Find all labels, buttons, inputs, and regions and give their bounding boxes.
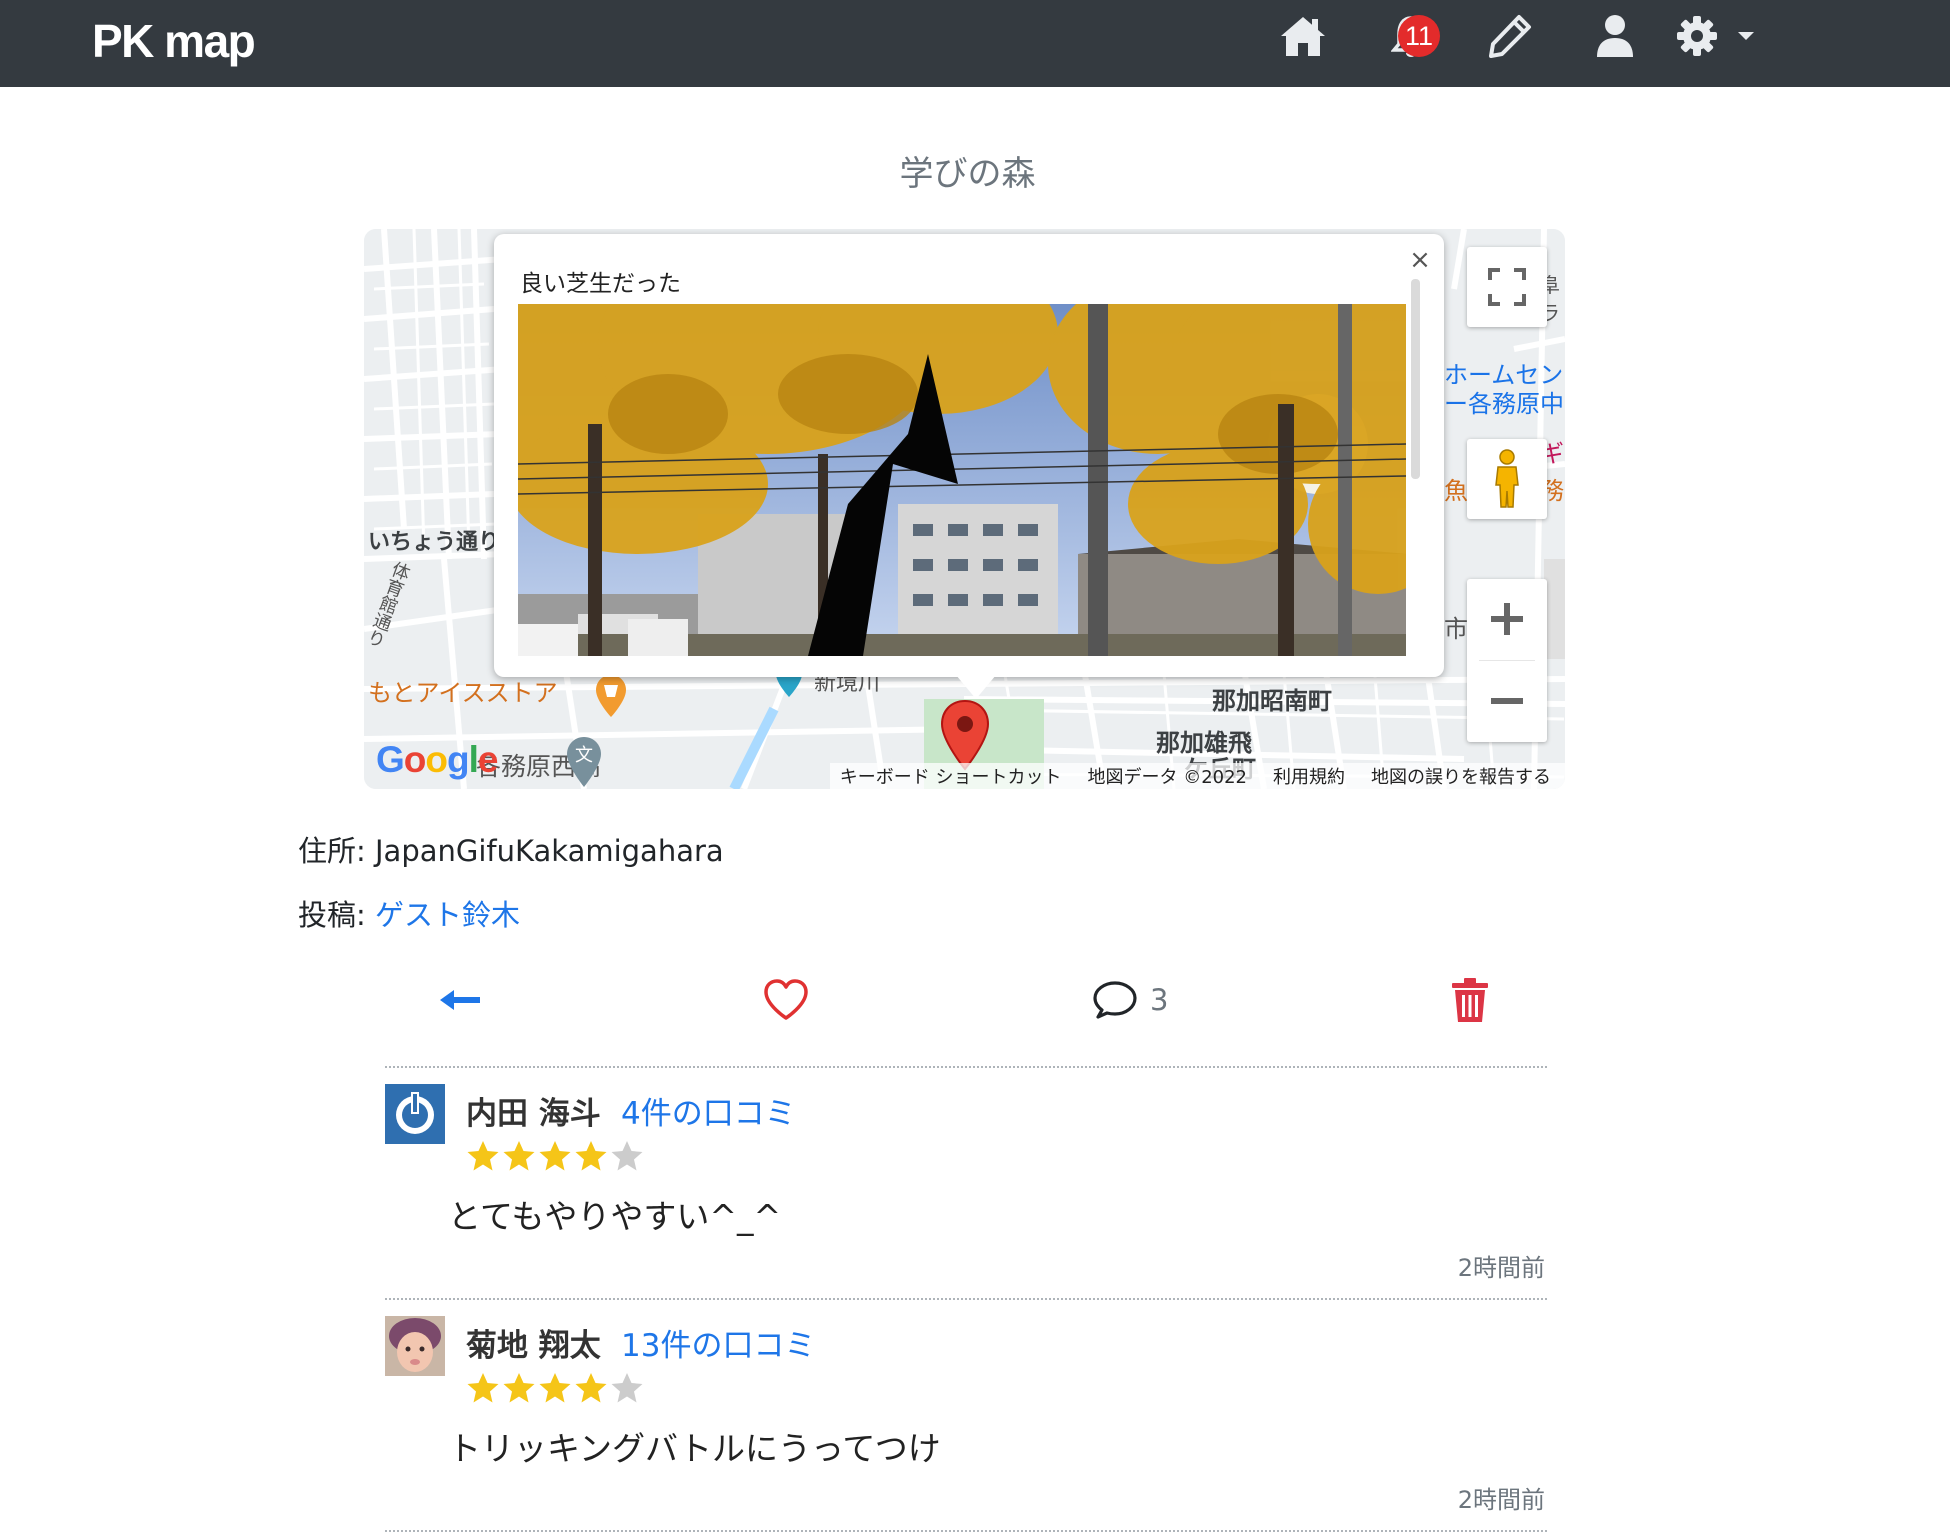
star-filled-icon [467, 1373, 499, 1403]
school-pin-icon: 文 [564, 735, 604, 789]
fullscreen-icon[interactable] [1467, 247, 1547, 327]
infowindow-tail [956, 675, 996, 699]
zoom-out-icon[interactable] [1467, 661, 1547, 741]
close-icon[interactable]: × [1406, 246, 1434, 274]
notification-badge[interactable]: 11 [1398, 15, 1440, 57]
review-time: 2時間前 [1457, 1254, 1545, 1282]
store-pin-icon [594, 673, 628, 725]
comment-icon [1093, 981, 1137, 1019]
star-empty-icon [611, 1373, 643, 1403]
review-text: とてもやりやすい^_^ [448, 1197, 782, 1236]
star-filled-icon [503, 1373, 535, 1403]
map-label-store: もとアイスストア [368, 679, 558, 707]
google-logo[interactable]: Google [376, 739, 498, 781]
address-value: JapanGifuKakamigahara [375, 834, 724, 868]
infowindow-text: 良い芝生だった [520, 271, 681, 297]
star-empty-icon [611, 1141, 643, 1171]
heart-icon[interactable] [763, 975, 809, 1025]
user-icon[interactable] [1590, 8, 1640, 64]
map-data-text: 地図データ ©2022 [1087, 767, 1247, 788]
review-text: トリッキングバトルにうってつけ [448, 1429, 941, 1468]
page-title: 学びの森 [899, 154, 1036, 194]
star-filled-icon [539, 1141, 571, 1171]
comment-action[interactable]: 3 [1092, 975, 1168, 1025]
terms-link[interactable]: 利用規約 [1273, 763, 1345, 789]
map-label-ichou: いちょう通り [368, 530, 501, 555]
divider [385, 1530, 1547, 1532]
star-filled-icon [467, 1141, 499, 1171]
keyboard-shortcuts-link[interactable]: キーボード ショートカット [840, 763, 1062, 789]
comment-count: 3 [1150, 983, 1169, 1017]
map[interactable]: いちょう通り 体育館通り もとアイスストア 各務原西高 文 新境川 那加昭南町 … [364, 229, 1565, 789]
avatar[interactable] [385, 1084, 445, 1144]
map-infowindow: 良い芝生だった × [494, 234, 1444, 677]
reviewer-name[interactable]: 菊地 翔太 [466, 1320, 601, 1365]
divider [385, 1066, 1547, 1068]
back-arrow-icon[interactable] [438, 975, 482, 1025]
pencil-icon[interactable] [1485, 8, 1535, 64]
review-count-link[interactable]: 4件の口コミ [621, 1088, 796, 1133]
trash-icon[interactable] [1451, 975, 1489, 1025]
brand-logo[interactable]: PK map [92, 14, 256, 68]
star-rating [466, 1372, 644, 1404]
map-label-nakasho: 那加昭南町 [1212, 687, 1332, 715]
report-error-link[interactable]: 地図の誤りを報告する [1371, 763, 1551, 789]
navbar: PK map 11 [0, 0, 1950, 87]
address-label: 住所: [298, 834, 366, 868]
map-label-right6: 市 [1444, 615, 1468, 643]
review-time: 2時間前 [1457, 1486, 1545, 1514]
avatar[interactable] [385, 1316, 445, 1376]
zoom-in-icon[interactable] [1467, 579, 1547, 659]
map-label-right5: 魚 [1444, 477, 1468, 505]
star-rating [466, 1140, 644, 1172]
star-filled-icon [503, 1141, 535, 1171]
review-count-link[interactable]: 13件の口コミ [621, 1320, 815, 1365]
home-icon[interactable] [1278, 8, 1328, 64]
reviewer-name[interactable]: 内田 海斗 [466, 1088, 601, 1133]
spot-photo [518, 304, 1406, 656]
map-label-home2: ー各務原中 [1444, 390, 1564, 418]
divider [385, 1298, 1547, 1300]
star-filled-icon [575, 1373, 607, 1403]
svg-text:文: 文 [575, 745, 593, 766]
poster-link[interactable]: ゲスト鈴木 [375, 898, 520, 932]
caret-down-icon[interactable] [1734, 8, 1758, 64]
star-filled-icon [539, 1373, 571, 1403]
zoom-control [1467, 579, 1547, 742]
infowindow-scrollbar[interactable] [1411, 279, 1420, 479]
pegman-icon[interactable] [1467, 439, 1547, 519]
gear-icon[interactable] [1675, 8, 1719, 64]
poster-label: 投稿: [298, 898, 366, 932]
map-attribution: キーボード ショートカット 地図データ ©2022 利用規約 地図の誤りを報告す… [829, 763, 1565, 789]
star-filled-icon [575, 1141, 607, 1171]
poster-row: 投稿: ゲスト鈴木 [298, 892, 520, 934]
address-row: 住所: JapanGifuKakamigahara [298, 828, 724, 870]
